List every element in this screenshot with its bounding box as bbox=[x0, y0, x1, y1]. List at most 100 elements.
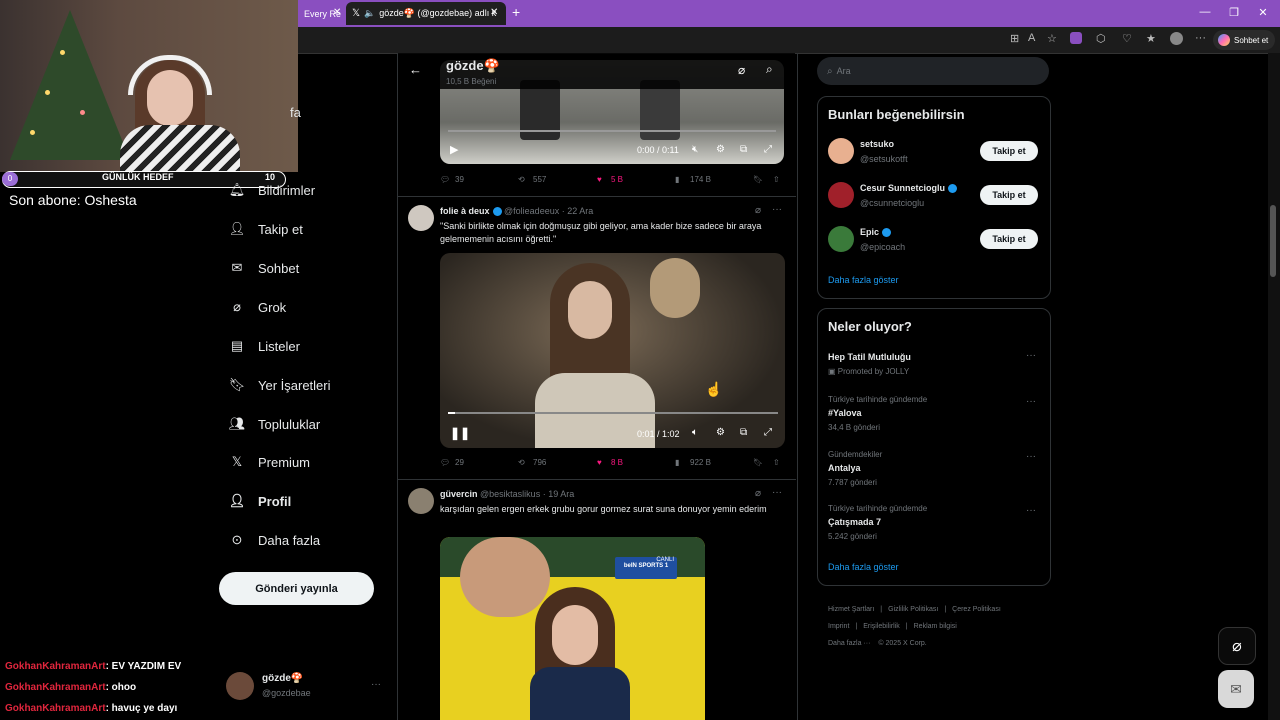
settings-icon[interactable]: ⚙ bbox=[716, 427, 725, 438]
copilot-button[interactable]: Sohbet et bbox=[1213, 30, 1275, 50]
suggestion-name-row[interactable]: Cesur Sunnetcioglu bbox=[860, 183, 958, 194]
scrollbar-thumb[interactable] bbox=[1270, 205, 1276, 277]
trend-name[interactable]: #Yalova bbox=[828, 408, 862, 418]
footer-link[interactable]: Erişilebilirlik bbox=[863, 623, 900, 630]
pip-icon[interactable]: ⧉ bbox=[740, 144, 747, 155]
post-date[interactable]: · 22 Ara bbox=[562, 206, 594, 216]
nav-item-more[interactable]: ⊙ Daha fazla bbox=[228, 528, 321, 552]
trend-menu-icon[interactable]: ··· bbox=[1026, 451, 1036, 462]
reply-icon[interactable]: 💬︎ bbox=[440, 458, 450, 467]
trend-menu-icon[interactable]: ··· bbox=[1026, 396, 1036, 407]
fullscreen-icon[interactable]: ⤢ bbox=[764, 144, 772, 155]
pause-icon[interactable]: ❚❚ bbox=[450, 426, 470, 440]
profile-avatar[interactable] bbox=[1170, 32, 1183, 45]
close-icon[interactable]: ✕ bbox=[490, 7, 498, 18]
trend-name[interactable]: Hep Tatil Mutluluğu bbox=[828, 352, 911, 362]
mute-icon[interactable]: 🔇︎ bbox=[692, 144, 698, 155]
footer-link[interactable]: Reklam bilgisi bbox=[914, 623, 957, 630]
account-name[interactable]: gözde🍄 bbox=[262, 673, 303, 684]
more-icon[interactable]: ··· bbox=[1195, 32, 1206, 44]
account-menu-icon[interactable]: ··· bbox=[371, 679, 381, 690]
nav-item-grok[interactable]: ⌀ Grok bbox=[228, 295, 286, 319]
post-image[interactable]: CANLI beIN SPORTS 1 bbox=[440, 537, 705, 720]
avatar[interactable] bbox=[828, 226, 854, 252]
new-tab-icon[interactable]: + bbox=[512, 4, 520, 20]
share-icon[interactable]: ⇧ bbox=[773, 458, 780, 467]
grok-float-button[interactable]: ⌀ bbox=[1218, 627, 1256, 665]
performance-icon[interactable]: ♡ bbox=[1122, 32, 1132, 45]
read-aloud-icon[interactable]: A bbox=[1028, 32, 1035, 44]
avatar[interactable] bbox=[408, 488, 434, 514]
post-button[interactable]: Gönderi yayınla bbox=[219, 572, 374, 605]
follow-button[interactable]: Takip et bbox=[980, 229, 1038, 249]
grok-icon[interactable]: ⌀ bbox=[738, 63, 745, 77]
trend-name[interactable]: Antalya bbox=[828, 463, 861, 473]
follow-button[interactable]: Takip et bbox=[980, 185, 1038, 205]
play-icon[interactable]: ▶ bbox=[450, 143, 458, 156]
close-icon[interactable]: ✕ bbox=[333, 7, 341, 18]
nav-item-follow[interactable]: 👤︎ Takip et bbox=[228, 217, 303, 241]
avatar[interactable] bbox=[408, 205, 434, 231]
avatar[interactable] bbox=[828, 138, 854, 164]
bookmark-icon[interactable]: 🔖︎ bbox=[753, 175, 763, 184]
video-player[interactable]: ❚❚ 0:01 / 1:02 🔈︎ ⚙ ⧉ ⤢ ☝ bbox=[440, 253, 785, 448]
pip-icon[interactable]: ⧉ bbox=[740, 427, 747, 438]
footer-link[interactable]: Çerez Politikası bbox=[952, 606, 1001, 613]
account-avatar[interactable] bbox=[226, 672, 254, 700]
trends-show-more-link[interactable]: Daha fazla göster bbox=[828, 562, 899, 572]
nav-item-messages[interactable]: ✉ Sohbet bbox=[228, 256, 300, 280]
nav-item-notifications[interactable]: 🔔︎ Bildirimler bbox=[228, 178, 315, 202]
suggestion-name[interactable]: setsuko bbox=[860, 139, 894, 149]
post-date[interactable]: · 19 Ara bbox=[543, 489, 575, 499]
browser-tab-active[interactable]: 𝕏 🔈 gözde🍄 (@gozdebae) adlı k bbox=[346, 2, 506, 25]
footer-link[interactable]: Daha fazla ··· bbox=[828, 640, 870, 647]
nav-item-lists[interactable]: ▤ Listeler bbox=[228, 334, 300, 358]
show-more-link[interactable]: Daha fazla göster bbox=[828, 275, 899, 285]
grok-icon[interactable]: ⌀ bbox=[755, 488, 761, 499]
messages-float-button[interactable]: ✉ bbox=[1218, 670, 1254, 708]
trend-menu-icon[interactable]: ··· bbox=[1026, 350, 1036, 361]
nav-item-bookmarks[interactable]: 🔖︎ Yer İşaretleri bbox=[228, 373, 331, 397]
post-menu-icon[interactable]: ··· bbox=[772, 487, 782, 498]
views-icon[interactable]: ▮ bbox=[675, 175, 679, 184]
fullscreen-icon[interactable]: ⤢ bbox=[764, 427, 772, 438]
like-icon[interactable]: ♥ bbox=[597, 458, 602, 467]
share-icon[interactable]: ⇧ bbox=[773, 175, 780, 184]
avatar[interactable] bbox=[828, 182, 854, 208]
footer-link[interactable]: Imprint bbox=[828, 623, 849, 630]
search-input[interactable]: ⌕ Ara bbox=[817, 57, 1049, 85]
minimize-icon[interactable]: — bbox=[1196, 6, 1214, 18]
favorites-bar-icon[interactable]: ★ bbox=[1146, 32, 1156, 45]
puzzle-icon[interactable]: ⬡ bbox=[1096, 32, 1106, 45]
footer-link[interactable]: Gizlilik Politikası bbox=[888, 606, 938, 613]
settings-icon[interactable]: ⚙ bbox=[716, 144, 725, 155]
post-menu-icon[interactable]: ··· bbox=[772, 204, 782, 215]
restore-icon[interactable]: ❐ bbox=[1225, 6, 1243, 19]
video-progress[interactable] bbox=[448, 130, 776, 132]
suggestion-name-row[interactable]: Epic bbox=[860, 227, 892, 238]
repost-icon[interactable]: ⟲ bbox=[518, 175, 525, 184]
nav-item-premium[interactable]: 𝕏 Premium bbox=[228, 450, 310, 474]
back-arrow-icon[interactable]: ← bbox=[409, 62, 422, 77]
nav-item-communities[interactable]: 👥︎ Topluluklar bbox=[228, 412, 320, 436]
trend-menu-icon[interactable]: ··· bbox=[1026, 505, 1036, 516]
bookmark-icon[interactable]: 🔖︎ bbox=[753, 458, 763, 467]
app-icon[interactable]: ⊞ bbox=[1010, 32, 1019, 45]
reply-icon[interactable]: 💬︎ bbox=[440, 175, 450, 184]
favorite-icon[interactable]: ☆ bbox=[1047, 32, 1057, 45]
author-handle[interactable]: @folieadeeux bbox=[504, 206, 559, 216]
like-icon[interactable]: ♥ bbox=[597, 175, 602, 184]
views-icon[interactable]: ▮ bbox=[675, 458, 679, 467]
window-close-icon[interactable]: ✕ bbox=[1254, 6, 1272, 19]
author-handle[interactable]: @besiktaslikus bbox=[480, 489, 540, 499]
nav-item-home[interactable]: fa bbox=[290, 100, 301, 124]
trend-name[interactable]: Çatışmada 7 bbox=[828, 517, 881, 527]
footer-link[interactable]: Hizmet Şartları bbox=[828, 606, 874, 613]
volume-icon[interactable]: 🔈︎ bbox=[692, 427, 698, 438]
search-icon[interactable]: ⌕ bbox=[766, 62, 773, 77]
repost-icon[interactable]: ⟲ bbox=[518, 458, 525, 467]
video-progress[interactable] bbox=[448, 412, 778, 414]
author-name[interactable]: güvercin bbox=[440, 489, 478, 499]
author-name[interactable]: folie à deux bbox=[440, 206, 490, 216]
nav-item-profile[interactable]: 👤︎ Profil bbox=[228, 489, 292, 513]
